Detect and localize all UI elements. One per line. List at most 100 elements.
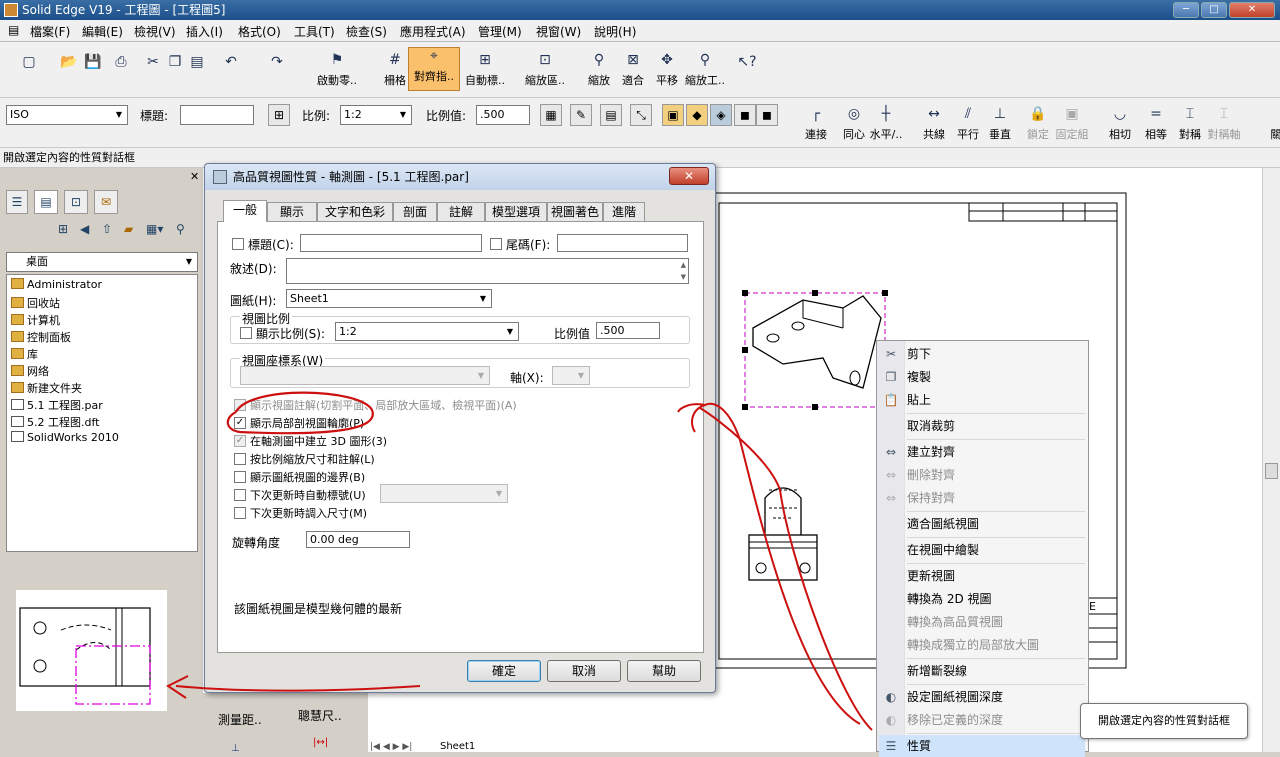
shade-5-icon[interactable]: ◼ bbox=[756, 104, 778, 126]
help-button[interactable]: 幫助 bbox=[627, 660, 701, 682]
view-props-icon[interactable]: ▦ bbox=[540, 104, 562, 126]
suffix-checkbox[interactable] bbox=[490, 238, 502, 250]
smart-dimension-button[interactable]: 聰慧尺.. bbox=[298, 707, 342, 724]
view-scale-select[interactable]: 1:2 ▼ bbox=[335, 322, 519, 341]
sheet-tab[interactable]: Sheet1 bbox=[440, 742, 500, 752]
dialog-tab-3[interactable]: 剖面 bbox=[393, 202, 437, 221]
context-menu-item[interactable]: 建立對齊 bbox=[907, 441, 1085, 463]
shade-4-icon[interactable]: ◼ bbox=[734, 104, 756, 126]
context-menu-item[interactable]: 在視圖中繪製 bbox=[907, 539, 1085, 561]
rotate-input[interactable]: 0.00 deg bbox=[306, 531, 410, 548]
dialog-tab-2[interactable]: 文字和色彩 bbox=[317, 202, 393, 221]
toolbar-button-2[interactable]: ⌖ 對齊指.. bbox=[408, 47, 460, 91]
menu-item-7[interactable]: 應用程式(A) bbox=[400, 23, 466, 40]
context-menu-item[interactable]: 性質 bbox=[879, 735, 1085, 757]
scale-value-input[interactable]: .500 bbox=[596, 322, 660, 339]
menu-item-1[interactable]: 編輯(E) bbox=[82, 23, 123, 40]
file-item[interactable]: SolidWorks 2010 bbox=[11, 431, 119, 444]
context-menu-item[interactable]: 設定圖紙視圖深度 bbox=[907, 686, 1085, 708]
file-item[interactable]: 新建文件夹 bbox=[11, 380, 82, 396]
constraint-11[interactable]: ⌶ 對稱軸 bbox=[1204, 106, 1244, 142]
constraint-8[interactable]: ◡ 相切 bbox=[1100, 106, 1140, 142]
dialog-tab-6[interactable]: 視圖著色 bbox=[547, 202, 603, 221]
dimension-icon[interactable]: ⊥ bbox=[231, 743, 240, 754]
text-format-icon[interactable]: ⊞ bbox=[268, 104, 290, 126]
redo-icon[interactable]: ↷ bbox=[268, 54, 286, 74]
dialog-tab-4[interactable]: 註解 bbox=[437, 202, 485, 221]
feature-icon[interactable]: ⊡ bbox=[64, 190, 88, 214]
context-menu-item[interactable]: 適合圖紙視圖 bbox=[907, 513, 1085, 535]
constraint-2[interactable]: ┼ 水平/.. bbox=[866, 106, 906, 142]
dimension-2-icon[interactable]: |↔| bbox=[313, 737, 328, 748]
print-icon[interactable]: ⎙ bbox=[112, 54, 130, 74]
library-icon[interactable]: ▤ bbox=[34, 190, 58, 214]
undo-icon[interactable]: ↶ bbox=[222, 54, 240, 74]
show-scale-checkbox[interactable] bbox=[240, 327, 252, 339]
paste-icon[interactable]: ▤ bbox=[188, 54, 206, 74]
file-item[interactable]: Administrator bbox=[11, 278, 102, 291]
file-item[interactable]: 5.1 工程图.par bbox=[11, 397, 103, 413]
location-select[interactable]: 桌面 ▼ bbox=[6, 252, 198, 272]
help-pointer-icon[interactable]: ↖? bbox=[736, 54, 758, 74]
local-section-checkbox[interactable]: ✓ bbox=[234, 417, 246, 429]
notes-icon[interactable]: ✉ bbox=[94, 190, 118, 214]
menu-item-5[interactable]: 工具(T) bbox=[294, 23, 335, 40]
new-folder-icon[interactable]: ▰ bbox=[124, 222, 142, 240]
constraint-5[interactable]: ⊥ 垂直 bbox=[980, 106, 1020, 142]
shade-2-icon[interactable]: ◆ bbox=[686, 104, 708, 126]
file-item[interactable]: 5.2 工程图.dft bbox=[11, 414, 99, 430]
retrieve-dims-checkbox[interactable] bbox=[234, 507, 246, 519]
ok-button[interactable]: 確定 bbox=[467, 660, 541, 682]
dialog-close-button[interactable]: ✕ bbox=[669, 167, 709, 185]
scale-view-icon[interactable]: ⤡ bbox=[630, 104, 652, 126]
context-menu-item[interactable]: 轉換為 2D 視圖 bbox=[907, 588, 1085, 610]
wrench-icon[interactable]: ✎ bbox=[570, 104, 592, 126]
file-item[interactable]: 库 bbox=[11, 346, 38, 362]
context-menu-item[interactable]: 新增斷裂線 bbox=[907, 660, 1085, 682]
dialog-title-input[interactable] bbox=[300, 234, 482, 252]
context-menu-item[interactable]: 貼上 bbox=[907, 389, 1085, 411]
menu-item-3[interactable]: 插入(I) bbox=[186, 23, 223, 40]
cut-icon[interactable]: ✂ bbox=[144, 54, 162, 74]
border-checkbox[interactable] bbox=[234, 471, 246, 483]
toolbar-button-3[interactable]: ⊞ 自動標.. bbox=[462, 52, 508, 88]
context-menu-item[interactable]: 剪下 bbox=[907, 343, 1085, 365]
menu-item-9[interactable]: 視窗(W) bbox=[536, 23, 581, 40]
view-mode-icon[interactable]: ⊞ bbox=[58, 222, 76, 240]
copy-icon[interactable]: ❐ bbox=[166, 54, 184, 74]
desc-textarea[interactable]: ▲ ▼ bbox=[286, 258, 689, 284]
menu-item-8[interactable]: 管理(M) bbox=[478, 23, 522, 40]
open-icon[interactable]: 📂 bbox=[60, 54, 78, 74]
title-checkbox[interactable] bbox=[232, 238, 244, 250]
file-list[interactable]: Administrator 回收站 计算机 控制面板库网络 新建文件夹 5.1 工程图.p… bbox=[6, 274, 198, 552]
search-icon[interactable]: ⚲ bbox=[176, 222, 194, 240]
close-button[interactable]: ✕ bbox=[1229, 2, 1275, 18]
sheet-nav-icons[interactable]: |◀ ◀ ▶ ▶| bbox=[370, 742, 436, 752]
toolbar-button-8[interactable]: ⚲ 縮放工.. bbox=[680, 52, 730, 88]
back-icon[interactable]: ◀ bbox=[80, 222, 98, 240]
menu-item-2[interactable]: 檢視(V) bbox=[134, 23, 176, 40]
scale-select[interactable]: 1:2 ▼ bbox=[340, 105, 412, 125]
maximize-button[interactable]: □ bbox=[1201, 2, 1227, 18]
auto-label-checkbox[interactable] bbox=[234, 489, 246, 501]
shade-3-icon[interactable]: ◈ bbox=[710, 104, 732, 126]
document-menu-icon[interactable]: ▤ bbox=[8, 23, 19, 37]
toolbar-button-0[interactable]: ⚑ 啟動零.. bbox=[314, 52, 360, 88]
panel-close-icon[interactable]: ✕ bbox=[190, 170, 199, 183]
desc-scroll-icon[interactable]: ▲ ▼ bbox=[681, 259, 686, 283]
menu-item-0[interactable]: 檔案(F) bbox=[30, 23, 70, 40]
up-folder-icon[interactable]: ⇧ bbox=[102, 222, 120, 240]
cancel-button[interactable]: 取消 bbox=[547, 660, 621, 682]
layers-icon[interactable]: ☰ bbox=[6, 190, 28, 214]
title-input[interactable] bbox=[180, 105, 254, 125]
context-menu-item[interactable]: 取消裁剪 bbox=[907, 415, 1085, 437]
standard-select[interactable]: ISO ▼ bbox=[6, 105, 128, 125]
suffix-input[interactable] bbox=[557, 234, 688, 252]
menu-item-10[interactable]: 說明(H) bbox=[594, 23, 636, 40]
sheet-select[interactable]: Sheet1 ▼ bbox=[286, 289, 492, 308]
context-menu-item[interactable]: 複製 bbox=[907, 366, 1085, 388]
views-icon[interactable]: ▦▾ bbox=[146, 222, 170, 240]
file-item[interactable]: 网络 bbox=[11, 363, 49, 379]
menu-item-4[interactable]: 格式(O) bbox=[238, 23, 281, 40]
measure-button[interactable]: 測量距.. bbox=[218, 711, 262, 728]
